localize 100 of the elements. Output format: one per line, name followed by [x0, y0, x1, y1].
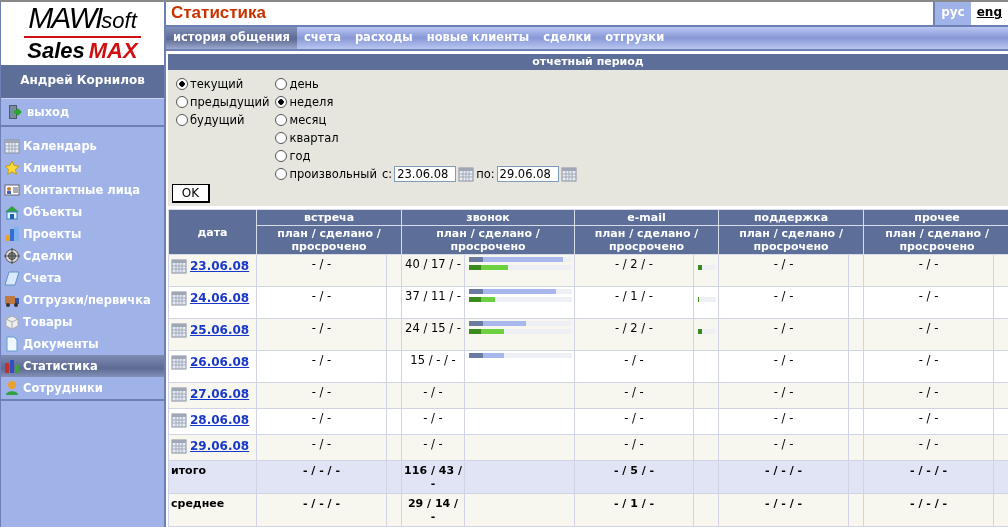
column-subheader: план / сделано / просрочено [256, 225, 402, 255]
table-cell: - / - / - [718, 493, 849, 527]
sidebar-item[interactable]: Контактные лица [1, 179, 164, 201]
calendar-icon [171, 290, 187, 306]
calendar-icon [171, 438, 187, 454]
column-subheader: план / сделано / просрочено [718, 225, 864, 255]
column-subheader: план / сделано / просрочено [574, 225, 719, 255]
star-icon [4, 160, 20, 176]
sidebar-item[interactable]: Товары [1, 311, 164, 333]
sidebar-item[interactable]: Проекты [1, 223, 164, 245]
sidebar-item[interactable]: Счета [1, 267, 164, 289]
table-cell: - / - [718, 382, 849, 409]
table-cell: - / - [863, 434, 994, 461]
table-cell: 29 / 14 / - [401, 493, 465, 527]
box-icon [4, 314, 20, 330]
calendar-icon [171, 386, 187, 402]
table-cell: - / - [256, 286, 387, 319]
sidebar-item[interactable]: Отгрузки/первичка [1, 289, 164, 311]
table-cell: - / - / - [256, 460, 387, 494]
contact-card-icon [4, 182, 20, 198]
sidebar-item[interactable]: Клиенты [1, 157, 164, 179]
date-field[interactable]: 29.06.08 [496, 165, 559, 182]
logout-link[interactable]: выход [1, 98, 164, 127]
table-cell: - / - [863, 318, 994, 351]
calendar-icon [4, 138, 20, 154]
calendar-icon [560, 165, 577, 182]
table-cell: - / - [863, 254, 994, 287]
sidebar-item[interactable]: Сделки [1, 245, 164, 267]
ok-button[interactable]: OK [172, 183, 210, 203]
table-cell: - / - [863, 408, 994, 435]
radio-label: день [289, 76, 319, 91]
column-header: e-mail [574, 209, 719, 226]
tab[interactable]: новые клиенты [419, 26, 537, 49]
target-icon [4, 248, 20, 264]
table-cell: 37 / 11 / - [401, 286, 465, 319]
calendar-icon [171, 354, 187, 370]
tab[interactable]: расходы [347, 26, 420, 49]
radio-button[interactable] [176, 113, 188, 126]
column-header: прочее [863, 209, 1008, 226]
document-icon [4, 336, 20, 352]
tab[interactable]: отгрузки [598, 26, 672, 49]
radio-button[interactable] [176, 95, 188, 108]
table-cell: - / 5 / - [574, 460, 694, 494]
table-cell: - / 1 / - [574, 493, 694, 527]
radio-button[interactable] [275, 95, 288, 108]
table-cell: - / - / - [256, 493, 387, 527]
calendar-icon [171, 412, 187, 428]
person-icon [4, 380, 20, 396]
sheet-icon [4, 270, 20, 286]
table-cell: - / - [256, 434, 387, 461]
table-cell: - / 1 / - [574, 286, 694, 319]
field-label: с: [381, 166, 393, 181]
radio-button[interactable] [275, 167, 288, 180]
field-label: по: [476, 166, 495, 181]
calendar-icon [171, 322, 187, 338]
row-label: итого [168, 460, 257, 494]
user-name: Андрей Корнилов [1, 65, 164, 98]
sidebar-item[interactable]: Документы [1, 333, 164, 355]
tab[interactable]: история общения [166, 26, 297, 49]
table-cell: - / - [574, 434, 694, 461]
table-cell: 40 / 17 / - [401, 254, 465, 287]
table-cell: 15 / - / - [401, 350, 465, 383]
table-cell: - / - [718, 318, 849, 351]
radio-label: месяц [289, 112, 327, 127]
table-cell: 24 / 15 / - [401, 318, 465, 351]
table-cell: - / 2 / - [574, 254, 694, 287]
column-subheader: план / сделано / просрочено [863, 225, 1008, 255]
sidebar-item[interactable]: Объекты [1, 201, 164, 223]
date-field[interactable]: 23.06.08 [394, 165, 457, 182]
table-cell: - / - [718, 286, 849, 319]
panel-header: отчетный период [168, 53, 1008, 70]
language-link[interactable]: рус [933, 2, 971, 25]
sidebar-item[interactable]: Календарь [1, 135, 164, 157]
column-header: звонок [401, 209, 575, 226]
radio-label: текущий [190, 76, 244, 91]
sidebar-item[interactable]: Статистика [1, 355, 164, 377]
table-cell: - / - [863, 350, 994, 383]
table-cell: - / - [574, 408, 694, 435]
radio-button[interactable] [275, 131, 288, 144]
radio-button[interactable] [275, 77, 288, 90]
table-cell: - / - [256, 382, 387, 409]
table-cell: - / - [256, 350, 387, 383]
column-header: поддержка [718, 209, 864, 226]
exit-icon [7, 104, 23, 120]
table-cell: - / 2 / - [574, 318, 694, 351]
row-label: среднее [168, 493, 257, 527]
bar-chart-icon [4, 358, 20, 374]
radio-button[interactable] [275, 113, 288, 126]
table-cell: - / - / - [863, 460, 994, 494]
language-link[interactable]: eng [970, 2, 1008, 25]
radio-button[interactable] [176, 77, 188, 90]
tab[interactable]: счета [296, 26, 348, 49]
sidebar-item[interactable]: Сотрудники [1, 377, 164, 401]
radio-button[interactable] [275, 149, 288, 162]
table-cell: - / - [718, 434, 849, 461]
tab[interactable]: сделки [536, 26, 599, 49]
radio-label: неделя [289, 94, 334, 109]
table-cell: - / - / - [718, 460, 849, 494]
radio-label: предыдущий [190, 94, 270, 109]
table-cell: - / - [863, 286, 994, 319]
